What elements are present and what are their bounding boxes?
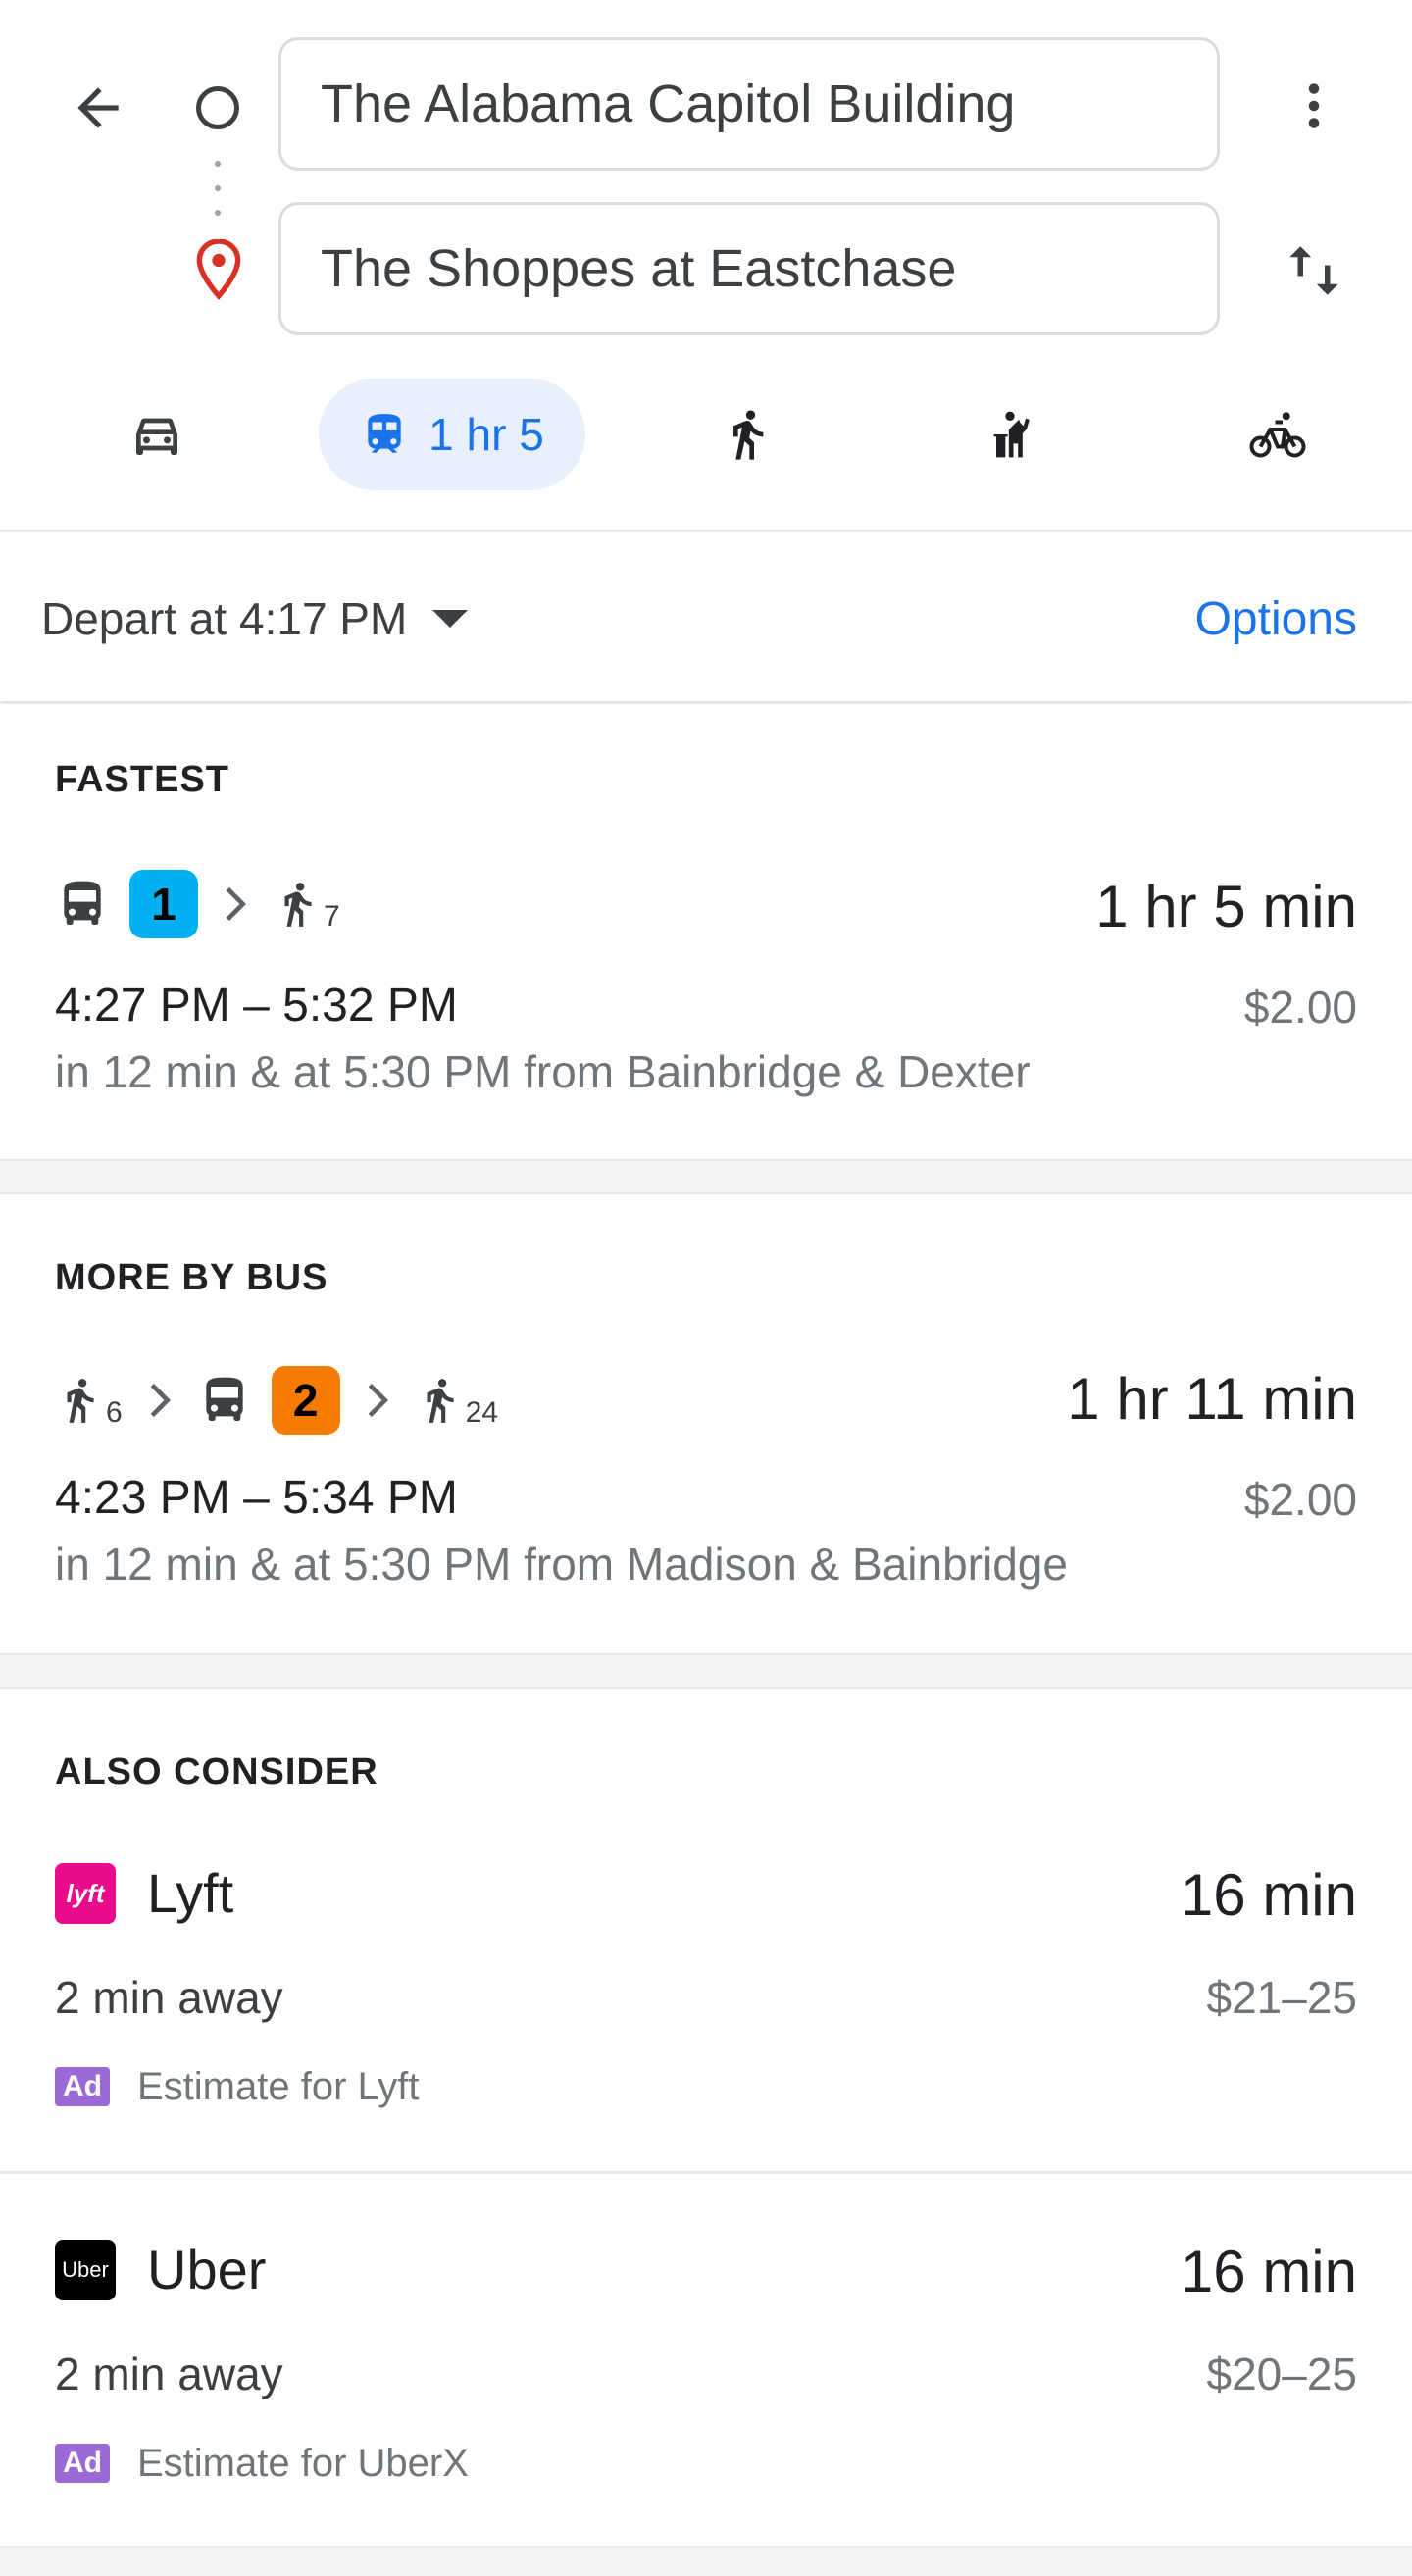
ad-badge: Ad bbox=[55, 2067, 110, 2106]
more-vert-icon bbox=[1308, 83, 1320, 128]
section-gap bbox=[0, 1653, 1412, 1689]
destination-pin-icon bbox=[196, 239, 241, 300]
chevron-right-icon bbox=[364, 1383, 391, 1418]
route-steps: 6 2 24 bbox=[55, 1361, 498, 1440]
uber-logo: Uber bbox=[55, 2240, 116, 2300]
ride-option-away: 2 min away bbox=[55, 1972, 283, 2023]
ride-option-duration: 16 min bbox=[1180, 2239, 1357, 2304]
section-heading-also-consider: ALSO CONSIDER bbox=[55, 1751, 378, 1793]
walk-step: 24 bbox=[415, 1369, 498, 1432]
route-detail: in 12 min & at 5:30 PM from Bainbridge &… bbox=[55, 1046, 1031, 1097]
more-by-bus-card[interactable]: MORE BY BUS 6 2 24 1 hr 11 min 4:23 PM –… bbox=[0, 1194, 1412, 1653]
ad-badge: Ad bbox=[55, 2444, 110, 2483]
bus-icon bbox=[55, 875, 110, 934]
directions-header: The Alabama Capitol Building The Shoppes… bbox=[0, 0, 1412, 530]
walk-minutes: 6 bbox=[106, 1396, 123, 1429]
ride-option-price: $20–25 bbox=[1206, 2349, 1358, 2399]
tab-cycling[interactable] bbox=[1229, 379, 1327, 490]
ride-option-estimate: Estimate for Lyft bbox=[137, 2065, 420, 2108]
ride-option-name[interactable]: Lyft bbox=[147, 1861, 233, 1925]
back-button[interactable] bbox=[51, 61, 145, 155]
more-options-button[interactable] bbox=[1267, 59, 1361, 153]
lyft-logo: lyft bbox=[55, 1863, 116, 1924]
route-times: 4:23 PM – 5:34 PM bbox=[55, 1472, 458, 1524]
chevron-right-icon bbox=[222, 886, 249, 922]
walk-icon bbox=[284, 883, 312, 927]
route-detail: in 12 min & at 5:30 PM from Madison & Ba… bbox=[55, 1539, 1068, 1590]
uber-logo-text: Uber bbox=[62, 2257, 109, 2282]
depart-time-label: Depart at 4:17 PM bbox=[41, 593, 408, 644]
tab-ride-hail[interactable] bbox=[961, 379, 1059, 490]
car-icon bbox=[136, 418, 177, 455]
options-button[interactable]: Options bbox=[1195, 581, 1357, 656]
swap-icon bbox=[1289, 246, 1338, 295]
walk-step: 6 bbox=[55, 1369, 123, 1432]
route-times: 4:27 PM – 5:32 PM bbox=[55, 980, 458, 1032]
walk-minutes: 7 bbox=[324, 900, 340, 933]
depart-time-dropdown[interactable]: Depart at 4:17 PM bbox=[41, 581, 469, 656]
route-duration: 1 hr 11 min bbox=[1067, 1366, 1357, 1432]
ride-option-duration: 16 min bbox=[1180, 1862, 1357, 1928]
bottom-gap bbox=[0, 2546, 1412, 2576]
swap-button[interactable] bbox=[1267, 224, 1361, 318]
bike-icon bbox=[1249, 412, 1306, 458]
origin-circle-icon bbox=[196, 86, 239, 129]
ride-option-estimate: Estimate for UberX bbox=[137, 2442, 469, 2485]
destination-input[interactable]: The Shoppes at Eastchase bbox=[278, 202, 1220, 335]
walk-step: 7 bbox=[273, 873, 340, 935]
origin-input[interactable]: The Alabama Capitol Building bbox=[278, 37, 1220, 171]
ride-divider bbox=[0, 2171, 1412, 2174]
bus-line-badge: 1 bbox=[129, 870, 198, 938]
tab-transit[interactable]: 1 hr 5 bbox=[319, 379, 585, 490]
fastest-route-card[interactable]: FASTEST 1 7 1 hr 5 min 4:27 PM – 5:32 PM… bbox=[0, 704, 1412, 1159]
walk-icon bbox=[67, 1379, 94, 1423]
chevron-right-icon bbox=[146, 1383, 174, 1418]
ride-option-away: 2 min away bbox=[55, 2349, 283, 2399]
route-duration: 1 hr 5 min bbox=[1095, 874, 1357, 939]
bus-icon bbox=[197, 1371, 252, 1430]
tab-walking[interactable] bbox=[698, 379, 796, 490]
arrow-back-icon bbox=[77, 87, 119, 128]
walk-icon bbox=[427, 1379, 454, 1423]
walk-minutes: 24 bbox=[465, 1396, 499, 1429]
section-heading-fastest: FASTEST bbox=[55, 759, 230, 800]
travel-mode-tabs: 1 hr 5 bbox=[0, 379, 1412, 490]
section-gap bbox=[0, 1159, 1412, 1194]
ride-hail-icon bbox=[993, 411, 1030, 458]
route-dots-connector bbox=[214, 161, 222, 216]
ride-option-name[interactable]: Uber bbox=[147, 2238, 266, 2301]
section-heading-more-by-bus: MORE BY BUS bbox=[55, 1257, 328, 1298]
route-fare: $2.00 bbox=[1243, 1474, 1357, 1525]
route-steps: 1 7 bbox=[55, 865, 340, 943]
also-consider-section: ALSO CONSIDER lyft Lyft 16 min 2 min awa… bbox=[0, 1689, 1412, 2546]
walk-icon bbox=[733, 410, 764, 460]
depart-bar: Depart at 4:17 PM Options bbox=[0, 532, 1412, 701]
transit-duration-label: 1 hr 5 bbox=[429, 409, 544, 460]
train-icon bbox=[368, 414, 401, 453]
caret-down-icon bbox=[432, 610, 469, 628]
ride-option-price: $21–25 bbox=[1206, 1972, 1358, 2023]
route-fare: $2.00 bbox=[1243, 982, 1357, 1033]
lyft-logo-text: lyft bbox=[66, 1878, 105, 1908]
bus-line-badge: 2 bbox=[271, 1366, 340, 1435]
tab-driving[interactable] bbox=[108, 379, 206, 490]
